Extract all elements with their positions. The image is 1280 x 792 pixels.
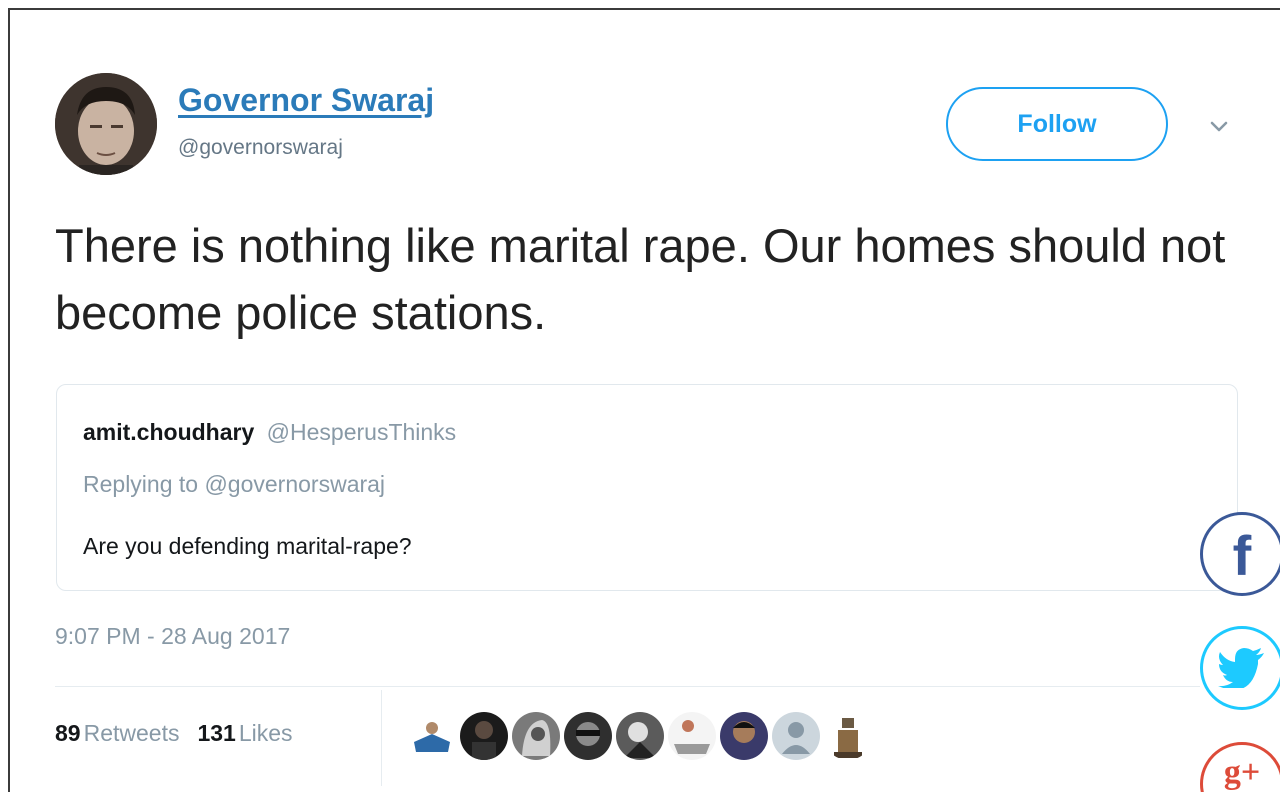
divider bbox=[55, 686, 1200, 687]
google-plus-icon: g+ bbox=[1223, 754, 1261, 791]
liker-avatar[interactable] bbox=[408, 712, 456, 760]
follow-button[interactable]: Follow bbox=[946, 87, 1168, 161]
tweet-text: There is nothing like marital rape. Our … bbox=[55, 219, 1226, 339]
quoted-author-name: amit.choudhary bbox=[83, 419, 255, 445]
author-avatar[interactable] bbox=[55, 73, 157, 175]
quoted-author: amit.choudhary @HesperusThinks bbox=[83, 419, 456, 446]
quoted-replying-to: Replying to @governorswaraj bbox=[83, 471, 386, 497]
facebook-icon: f bbox=[1232, 524, 1252, 587]
tweet-timestamp[interactable]: 9:07 PM - 28 Aug 2017 bbox=[55, 623, 290, 650]
liker-avatar[interactable] bbox=[720, 712, 768, 760]
likes-label: Likes bbox=[238, 720, 293, 746]
liker-avatar[interactable] bbox=[564, 712, 612, 760]
liker-avatar[interactable] bbox=[616, 712, 664, 760]
retweets-label: Retweets bbox=[83, 720, 180, 746]
retweets-count: 89 bbox=[55, 720, 81, 746]
liker-avatar[interactable] bbox=[668, 712, 716, 760]
liker-avatar[interactable] bbox=[460, 712, 508, 760]
author-name[interactable]: Governor Swaraj bbox=[178, 82, 434, 119]
tweet-stats: 89 Retweets 131 Likes bbox=[55, 720, 293, 747]
chevron-down-icon[interactable] bbox=[1204, 112, 1234, 142]
twitter-share-button[interactable] bbox=[1200, 626, 1280, 710]
quoted-tweet[interactable]: amit.choudhary @HesperusThinks Replying … bbox=[56, 384, 1238, 591]
author-handle[interactable]: @governorswaraj bbox=[178, 136, 343, 160]
facebook-share-button[interactable]: f bbox=[1200, 512, 1280, 596]
liker-avatar[interactable] bbox=[824, 712, 872, 760]
liker-avatars bbox=[408, 712, 872, 764]
liker-avatar[interactable] bbox=[772, 712, 820, 760]
stats-separator bbox=[381, 690, 382, 786]
retweets-stat[interactable]: 89 Retweets bbox=[55, 720, 179, 746]
quoted-author-handle: @HesperusThinks bbox=[266, 419, 457, 445]
twitter-icon bbox=[1218, 648, 1264, 688]
likes-stat[interactable]: 131 Likes bbox=[197, 720, 292, 746]
liker-avatar[interactable] bbox=[512, 712, 560, 760]
likes-count: 131 bbox=[197, 720, 236, 746]
quoted-tweet-text: Are you defending marital-rape? bbox=[83, 533, 412, 559]
